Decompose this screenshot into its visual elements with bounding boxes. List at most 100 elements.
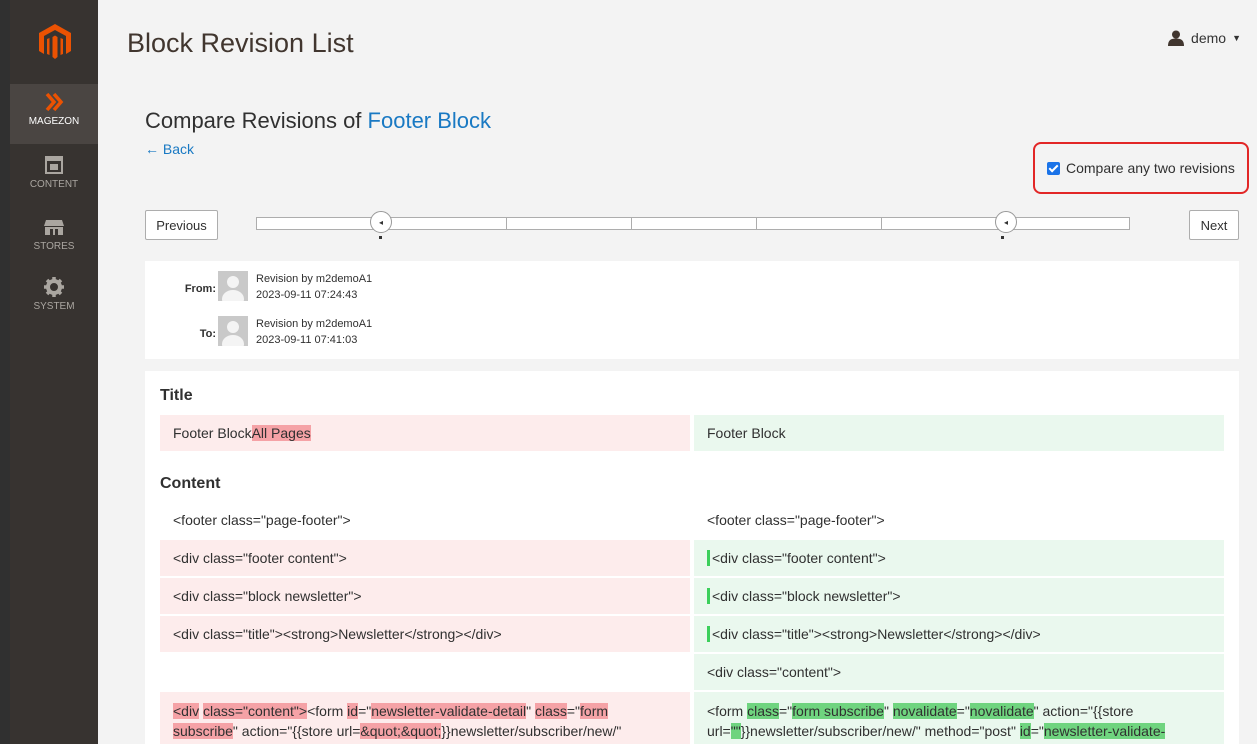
diff-text: Footer Block: [173, 425, 252, 441]
added-text: class: [747, 703, 779, 719]
added-text: novalidate: [892, 703, 957, 719]
content-diff-right: <div class="footer content">: [694, 540, 1224, 576]
sidebar-item-magezon[interactable]: MAGEZON: [10, 84, 98, 144]
diff-text: <div class="footer content">: [173, 550, 347, 566]
content-diff-left: <div class="block newsletter">: [160, 578, 690, 614]
title-diff-left: Footer Block All Pages: [160, 415, 690, 451]
gear-icon: [44, 277, 64, 297]
page-title: Block Revision List: [127, 28, 354, 58]
slider-tick: [506, 218, 507, 229]
from-date: 2023-09-11 07:24:43: [256, 289, 358, 301]
diff-text: <div class="content">: [707, 664, 842, 680]
diff-text-segment: " action="{{store: [1033, 703, 1134, 719]
magento-logo[interactable]: [39, 24, 71, 60]
next-button[interactable]: Next: [1189, 210, 1239, 240]
avatar: [218, 316, 248, 346]
from-revision: From: Revision by m2demoA1 2023-09-11 07…: [145, 271, 372, 303]
to-label: To:: [199, 328, 216, 340]
diff-text-segment: =": [778, 703, 793, 719]
to-date: 2023-09-11 07:41:03: [256, 334, 358, 346]
added-marker: [707, 588, 710, 604]
slider-tick: [881, 218, 882, 229]
removed-text: id: [347, 703, 359, 719]
diff-text-segment: " action="{{store url=: [232, 723, 361, 739]
content-diff-right: <div class="block newsletter">: [694, 578, 1224, 614]
added-text: newsletter-validate-: [1043, 723, 1166, 739]
diff-panel: Title Footer Block All Pages Footer Bloc…: [145, 371, 1239, 744]
compare-any-checkbox[interactable]: [1047, 161, 1060, 175]
content-diff-right: <div class="content">: [694, 654, 1224, 690]
diff-text-segment: =": [358, 703, 372, 719]
removed-text: form: [580, 703, 609, 719]
compare-heading: Compare Revisions of Footer Block: [145, 108, 491, 134]
content-diff-right: <form class="form subscribe" novalidate=…: [694, 692, 1224, 744]
admin-sidebar: MAGEZON CONTENT STORES SYSTEM: [0, 0, 98, 744]
sidebar-item-label: CONTENT: [29, 179, 79, 190]
removed-text: &quot;&quot;: [360, 723, 442, 739]
diff-text: <form class="form subscribe" novalidate=…: [707, 701, 1166, 741]
previous-button[interactable]: Previous: [145, 210, 218, 240]
content-diff-left: <div class="title"><strong>Newsletter</s…: [160, 616, 690, 652]
diff-text: <div class="footer content">: [712, 550, 886, 566]
sidebar-item-stores[interactable]: STORES: [10, 216, 98, 252]
slider-handle-to[interactable]: ◂: [995, 211, 1017, 233]
sidebar-item-label: STORES: [33, 241, 75, 252]
added-marker: [707, 550, 710, 566]
slider-handle-from[interactable]: ◂: [370, 211, 392, 233]
diff-text: Footer Block: [707, 425, 786, 441]
block-name-link[interactable]: Footer Block: [368, 108, 492, 133]
user-menu[interactable]: demo ▼: [1167, 30, 1241, 46]
compare-any-two-toggle[interactable]: Compare any two revisions: [1033, 142, 1249, 194]
removed-text: newsletter-validate-detail: [371, 703, 527, 719]
from-author: Revision by m2demoA1: [256, 273, 373, 285]
sidebar-item-system[interactable]: SYSTEM: [10, 276, 98, 312]
sidebar-item-content[interactable]: CONTENT: [10, 154, 98, 190]
removed-text: <div: [173, 703, 200, 719]
to-revision: To: Revision by m2demoA1 2023-09-11 07:4…: [145, 316, 372, 348]
content-diff-right: <div class="title"><strong>Newsletter</s…: [694, 616, 1224, 652]
diff-text-segment: =": [566, 703, 581, 719]
user-icon: [1168, 30, 1185, 46]
compare-heading-text: Compare Revisions of: [145, 108, 368, 133]
back-link[interactable]: ← Back: [145, 141, 194, 157]
content-section-heading: Content: [160, 475, 221, 492]
title-diff-right: Footer Block: [694, 415, 1224, 451]
to-author: Revision by m2demoA1: [256, 318, 373, 330]
diff-text-segment: ": [526, 703, 535, 719]
content-diff-left-empty: [160, 654, 690, 690]
diff-text-segment: }}newsletter/subscriber/new/" method="po…: [740, 723, 1020, 739]
diff-text: <div class="block newsletter">: [712, 588, 901, 604]
content-diff-left: <div class="footer content">: [160, 540, 690, 576]
diff-text-segment: =": [1030, 723, 1044, 739]
revision-info-panel: From: Revision by m2demoA1 2023-09-11 07…: [145, 261, 1239, 359]
added-text: "": [730, 723, 741, 739]
removed-text: All Pages: [251, 425, 311, 441]
compare-any-label: Compare any two revisions: [1066, 160, 1235, 176]
content-diff-left: <footer class="page-footer">: [160, 502, 690, 538]
added-marker: [707, 626, 710, 642]
diff-text: <footer class="page-footer">: [707, 512, 885, 528]
title-section-heading: Title: [160, 387, 193, 404]
avatar: [218, 271, 248, 301]
content-diff-left: <div class="content"><form id="newslette…: [160, 692, 690, 744]
layout-icon: [45, 156, 63, 174]
diff-text: <div class="title"><strong>Newsletter</s…: [712, 626, 1041, 642]
diff-text-segment: <form: [707, 703, 748, 719]
added-text: form subscribe: [792, 703, 884, 719]
diff-text-segment: ": [883, 703, 893, 719]
removed-text: subscribe: [173, 723, 233, 739]
diff-text: <div class="title"><strong>Newsletter</s…: [173, 626, 502, 642]
diff-text: <div class="block newsletter">: [173, 588, 362, 604]
user-name: demo: [1191, 30, 1227, 46]
caret-down-icon: ▼: [1232, 33, 1241, 43]
from-label: From:: [184, 283, 216, 295]
sidebar-item-label: SYSTEM: [33, 301, 75, 312]
diff-text-segment: <form: [307, 703, 348, 719]
diff-text: <div class="content"><form id="newslette…: [173, 701, 621, 741]
storefront-icon: [44, 220, 64, 235]
slider-tick: [756, 218, 757, 229]
diff-text-segment: }}newsletter/subscriber/new/": [441, 723, 622, 739]
slider-tick: [631, 218, 632, 229]
diff-text-segment: =": [956, 703, 970, 719]
slider-handle-from-marker: [379, 236, 382, 239]
